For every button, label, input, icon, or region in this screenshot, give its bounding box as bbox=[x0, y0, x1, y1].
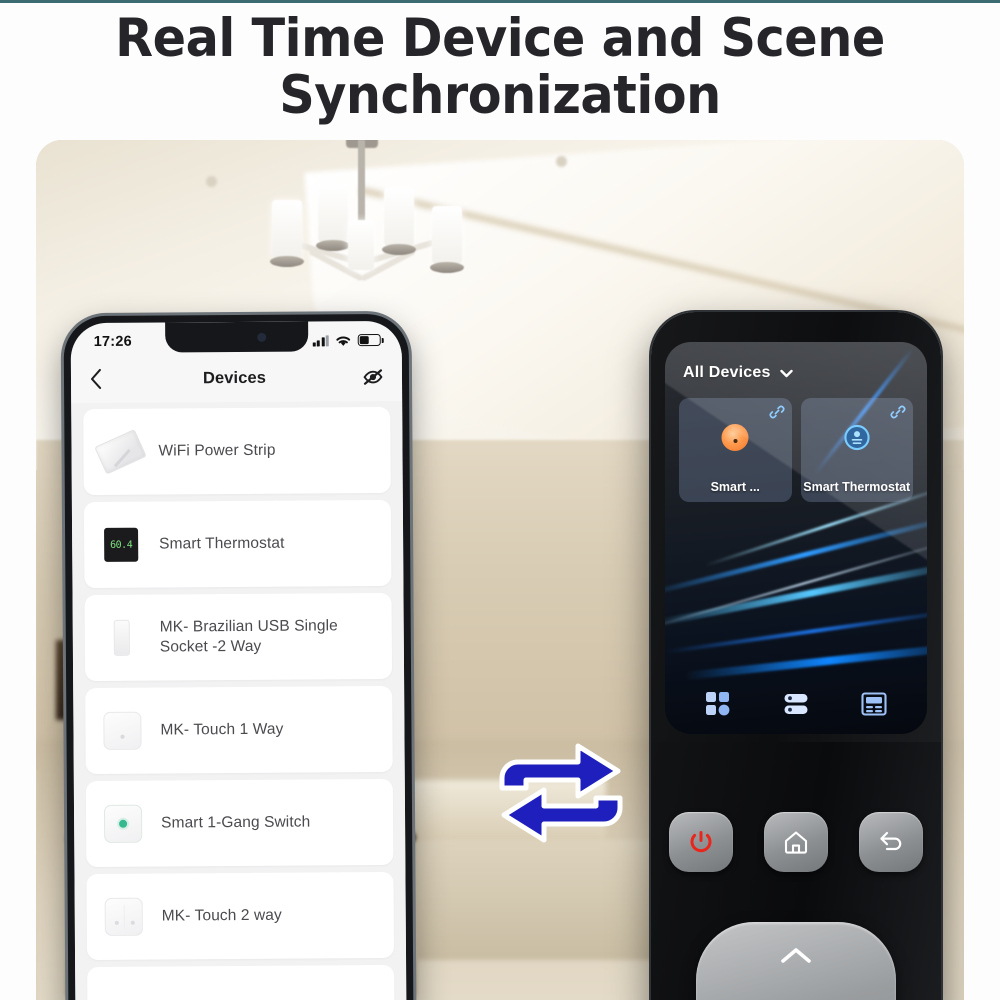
battery-icon bbox=[357, 333, 381, 347]
wifi-icon bbox=[336, 336, 351, 346]
list-item[interactable]: MK- Touch 1 Way bbox=[85, 685, 393, 775]
home-icon bbox=[784, 831, 808, 854]
device-name: MK- Touch 1 Way bbox=[160, 720, 284, 739]
smart-bulb-icon bbox=[721, 424, 749, 451]
device-card[interactable]: Smart ... bbox=[679, 398, 792, 502]
sync-arrows-icon bbox=[499, 743, 623, 843]
chandelier-socket bbox=[382, 244, 416, 255]
device-card-label: Smart ... bbox=[710, 480, 760, 494]
chevron-up-icon[interactable] bbox=[779, 946, 813, 966]
chandelier-bulb bbox=[384, 188, 414, 246]
back-button[interactable] bbox=[859, 812, 923, 872]
device-name: MK- Brazilian USB Single Socket -2 Way bbox=[159, 617, 338, 656]
device-name: Smart 1-Gang Switch bbox=[161, 813, 311, 832]
back-button[interactable] bbox=[89, 368, 111, 390]
smartphone: 17:26 Devices WiFi Power Strip 60.4 Smar… bbox=[63, 313, 414, 1000]
list-item[interactable]: Smart 1-Gang Switch bbox=[85, 778, 394, 868]
page-title: Real Time Device and Scene Synchronizati… bbox=[115, 8, 885, 126]
chandelier-bulb bbox=[318, 184, 348, 242]
page-heading: Devices bbox=[202, 368, 267, 387]
dpad[interactable] bbox=[696, 922, 896, 1000]
thermostat-display: 60.4 bbox=[110, 539, 133, 551]
chandelier-bulb bbox=[272, 200, 302, 258]
hide-devices-button[interactable] bbox=[358, 368, 384, 386]
device-list-icon[interactable] bbox=[782, 690, 810, 718]
page-root: Real Time Device and Scene Synchronizati… bbox=[0, 0, 1000, 1000]
thermostat-thumb-icon: 60.4 bbox=[98, 522, 144, 568]
usb-socket-thumb-icon bbox=[99, 615, 145, 661]
remote-body bbox=[651, 742, 941, 1000]
gang-switch-thumb-icon bbox=[100, 801, 146, 847]
device-list[interactable]: WiFi Power Strip 60.4 Smart Thermostat M… bbox=[71, 400, 407, 1000]
list-item[interactable]: WiFi Power Strip bbox=[83, 406, 391, 496]
power-strip-thumb-icon bbox=[94, 429, 147, 475]
status-indicators bbox=[312, 333, 381, 347]
list-item[interactable]: 60.4 Smart Thermostat bbox=[83, 499, 392, 589]
top-divider bbox=[0, 0, 1000, 3]
device-card-grid: Smart ... Smart Thermostat bbox=[679, 398, 913, 502]
remote-key-row bbox=[669, 812, 923, 872]
eye-off-icon bbox=[363, 369, 383, 385]
chandelier-socket bbox=[270, 256, 304, 267]
list-item[interactable]: MK- Brazilian USB Single Socket -2 Way bbox=[84, 592, 393, 682]
remote-bottom-nav bbox=[665, 690, 927, 718]
home-button[interactable] bbox=[764, 812, 828, 872]
touch2-switch-thumb-icon bbox=[101, 894, 147, 940]
apps-grid-icon[interactable] bbox=[704, 690, 732, 718]
all-devices-label: All Devices bbox=[683, 364, 771, 381]
device-card[interactable]: Smart Thermostat bbox=[800, 398, 913, 502]
phone-nav-bar: Devices bbox=[70, 352, 403, 404]
back-icon bbox=[880, 831, 902, 851]
hero-photo: 17:26 Devices WiFi Power Strip 60.4 Smar… bbox=[36, 140, 964, 1000]
power-icon bbox=[690, 831, 712, 853]
thermostat-icon bbox=[844, 424, 870, 451]
device-name: MK- Touch 2 way bbox=[161, 906, 282, 925]
ceiling-light-dot bbox=[206, 176, 217, 187]
chandelier-bulb bbox=[432, 206, 462, 264]
status-clock: 17:26 bbox=[93, 333, 132, 351]
remote-screen[interactable]: All Devices Smart ... Smart Thermostat bbox=[665, 342, 927, 734]
touch-switch-thumb-icon bbox=[99, 708, 145, 754]
partial-thumb-icon bbox=[101, 987, 147, 1000]
chandelier bbox=[236, 140, 486, 330]
chandelier-socket bbox=[316, 240, 350, 251]
ceiling-light-dot bbox=[556, 156, 567, 167]
phone-screen: 17:26 Devices WiFi Power Strip 60.4 Smar… bbox=[70, 320, 407, 1000]
smart-remote: All Devices Smart ... Smart Thermostat bbox=[651, 312, 941, 1000]
chandelier-bulb bbox=[348, 220, 374, 270]
list-item[interactable] bbox=[87, 964, 395, 1000]
device-name: WiFi Power Strip bbox=[158, 441, 276, 460]
remote-screen-header[interactable]: All Devices bbox=[683, 364, 793, 382]
broken-link-icon bbox=[769, 405, 784, 419]
device-name: Smart Thermostat bbox=[159, 534, 285, 553]
phone-notch bbox=[164, 321, 308, 353]
power-button[interactable] bbox=[669, 812, 733, 872]
device-card-label: Smart Thermostat bbox=[803, 480, 911, 494]
control-panel-icon[interactable] bbox=[860, 690, 888, 718]
chevron-left-icon bbox=[90, 368, 102, 389]
chevron-down-icon[interactable] bbox=[779, 369, 793, 378]
chandelier-socket bbox=[430, 262, 464, 273]
cellular-signal-icon bbox=[312, 334, 329, 346]
sync-indicator bbox=[486, 738, 636, 848]
list-item[interactable]: MK- Touch 2 way bbox=[86, 871, 395, 961]
front-camera-icon bbox=[256, 332, 266, 342]
broken-link-icon bbox=[890, 405, 906, 419]
